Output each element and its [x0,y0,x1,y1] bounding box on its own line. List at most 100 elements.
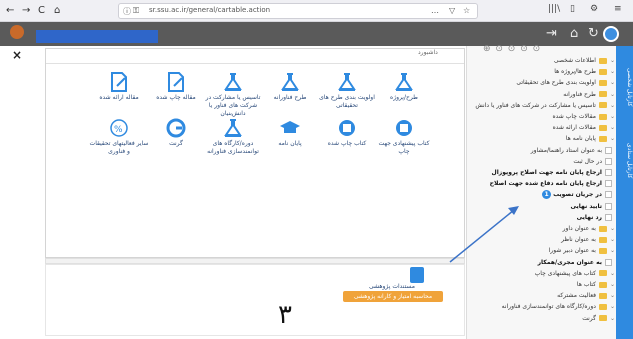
chevron-down-icon[interactable]: ⌄ [610,135,615,142]
checkbox-icon[interactable] [605,157,612,165]
refresh-icon[interactable]: ↻ [588,24,599,44]
chevron-down-icon[interactable]: ⌄ [610,57,615,64]
tree-item[interactable]: اولویت بندی طرح های تحقیقاتی ⌄ [516,78,615,88]
chevron-down-icon[interactable]: ⌄ [610,102,615,109]
dashboard-shortcut[interactable]: طرح فناورانه [259,72,321,102]
dashboard-shortcut[interactable]: مقاله چاپ شده [145,72,207,102]
tree-item[interactable]: 1 در جریان تصویب [542,190,615,200]
folder-icon [598,292,607,299]
document-icon[interactable] [410,267,424,283]
tree-item[interactable]: ارجاع پایان نامه دفاع شده جهت اصلاح [490,179,615,189]
info-icon[interactable]: ⓘ [123,6,131,17]
tree-item[interactable]: اطلاعات شخصی ⌄ [554,56,615,66]
tree-item[interactable]: ارجاع پایان نامه جهت اصلاح پروپوزال [492,168,615,178]
checkbox-icon[interactable] [605,180,612,188]
chevron-down-icon[interactable]: ⌄ [610,315,615,322]
dashboard-shortcut[interactable]: % سایر فعالیتهای تحقیقات و فناوری [88,118,150,156]
tree-item[interactable]: فعالیت مشترکه ⌄ [557,291,615,301]
chevron-down-icon[interactable]: ⌄ [610,303,615,310]
tree-item-label: در جریان تصویب [553,191,602,199]
checkbox-icon[interactable] [605,169,612,176]
checkbox-icon[interactable] [605,202,612,210]
extension-icon[interactable]: ⚙ [590,4,598,14]
calculate-score-button[interactable]: محاسبه امتیاز و کارانه پژوهشی [343,291,443,302]
tree-item[interactable]: به عنوان مجری/همکار [538,258,615,268]
dashboard-shortcut[interactable]: پایان نامه [259,118,321,148]
more-icon[interactable]: … [431,6,439,15]
grant-icon [166,118,186,138]
reload-icon[interactable]: C [38,4,45,18]
pocket-icon[interactable]: ▽ [449,6,455,15]
dashboard-shortcut[interactable]: کتاب پیشنهادی جهت چاپ [373,118,435,156]
chevron-down-icon[interactable]: ⌄ [610,281,615,288]
profile-icon[interactable] [603,26,619,42]
reader-icon[interactable]: ▯ [570,4,575,14]
tree-item[interactable]: طرح ها/پروژه ها ⌄ [554,67,615,77]
tree-item[interactable]: طرح فناورانه ⌄ [563,90,615,100]
tree-item-label: گرنت [582,314,596,322]
chevron-down-icon[interactable]: ⌄ [610,124,615,131]
dashboard-shortcut[interactable]: گرنت [145,118,207,148]
library-icon[interactable]: |||\ [548,4,560,14]
bookmark-icon[interactable]: ☆ [463,6,470,15]
tree-toolbar[interactable]: ⊕ ⊙ ⊙ ⊙ ⊙ [483,44,541,54]
shortcut-label: کتاب چاپ شده [327,140,367,147]
chevron-down-icon[interactable]: ⌄ [610,225,615,232]
dashboard-shortcut[interactable]: اولویت بندی طرح های تحقیقاتی [316,72,378,110]
book-icon [396,120,412,136]
checkbox-icon[interactable] [605,146,612,154]
tree-item[interactable]: به عنوان استاد راهنما/مشاور [531,146,615,156]
dashboard-shortcut[interactable]: دوره/کارگاه های توانمندسازی فناورانه [202,118,264,156]
tree-item[interactable]: رد نهایی [577,213,615,223]
dashboard-shortcut[interactable]: تاسیس یا مشارکت در شرکت های فناور یا دان… [202,72,264,118]
tab-personal-cartable[interactable]: کارتابل شخصی [616,52,633,122]
url-text: sr.ssu.ac.ir/general/cartable.action [149,6,271,14]
folder-icon [598,124,607,131]
dashboard-shortcut[interactable]: طرح/پروژه [373,72,435,102]
checkbox-icon[interactable] [605,213,612,221]
tree-item-label: ارجاع پایان نامه جهت اصلاح پروپوزال [491,169,602,176]
tree-item[interactable]: پایان نامه ها ⌄ [566,134,615,144]
tree-item[interactable]: کتاب ها ⌄ [577,280,615,290]
chevron-down-icon[interactable]: ⌄ [610,236,615,243]
tree-item[interactable]: گرنت ⌄ [582,314,615,324]
tree-item[interactable]: به عنوان ناظر ⌄ [561,235,615,245]
tab-dashboard[interactable]: داشبورد [418,49,438,56]
checkbox-icon[interactable] [605,258,612,266]
home-nav-icon[interactable]: ⌂ [570,24,578,44]
dashboard-shortcut[interactable]: کتاب چاپ شده [316,118,378,148]
chevron-down-icon[interactable]: ⌄ [610,68,615,75]
chevron-down-icon[interactable]: ⌄ [610,270,615,277]
tree-item[interactable]: دوره/کارگاه های توانمندسازی فناورانه ⌄ [502,302,615,312]
checkbox-icon[interactable] [605,191,612,199]
logout-icon[interactable]: ⇥ [546,24,557,44]
tree-item[interactable]: تایید نهایی [570,202,615,212]
chevron-down-icon[interactable]: ⌄ [610,292,615,299]
forward-icon[interactable]: → [22,4,30,18]
count-badge: 1 [542,190,552,200]
tree-item-label: اولویت بندی طرح های تحقیقاتی [516,79,596,87]
tree-item[interactable]: مقالات ارائه شده ⌄ [553,123,615,133]
chevron-down-icon[interactable]: ⌄ [610,247,615,254]
tree-item[interactable]: به عنوان دبیر شورا ⌄ [549,246,615,256]
folder-icon [598,68,607,75]
annotation-number: ٣ [278,300,292,330]
tree-item[interactable]: مقالات چاپ شده ⌄ [553,112,616,122]
address-bar[interactable]: ⓘ ⚿ sr.ssu.ac.ir/general/cartable.action… [118,3,478,19]
tree-item[interactable]: کتاب های پیشنهادی چاپ ⌄ [535,269,615,279]
tree-item[interactable]: در حال ثبت [573,157,615,167]
lock-icon: ⚿ [133,6,140,15]
tree-item[interactable]: به عنوان داور ⌄ [563,224,615,234]
chevron-down-icon[interactable]: ⌄ [610,91,615,98]
back-icon[interactable]: ← [6,4,14,18]
shortcut-label: پایان نامه [278,140,302,147]
tree-item[interactable]: تاسیس یا مشارکت در شرکت های فناور یا دان… [475,101,615,111]
home-icon[interactable]: ⌂ [54,4,60,18]
research-docs-label[interactable]: مستندات پژوهشی [342,283,442,290]
chevron-down-icon[interactable]: ⌄ [610,79,615,86]
close-icon[interactable]: × [12,48,22,62]
menu-icon[interactable]: ≡ [614,4,622,14]
dashboard-shortcut[interactable]: مقاله ارائه شده [88,72,150,102]
chevron-down-icon[interactable]: ⌄ [610,113,615,120]
tab-staff-cartable[interactable]: کارتابل ستادی [616,126,633,196]
